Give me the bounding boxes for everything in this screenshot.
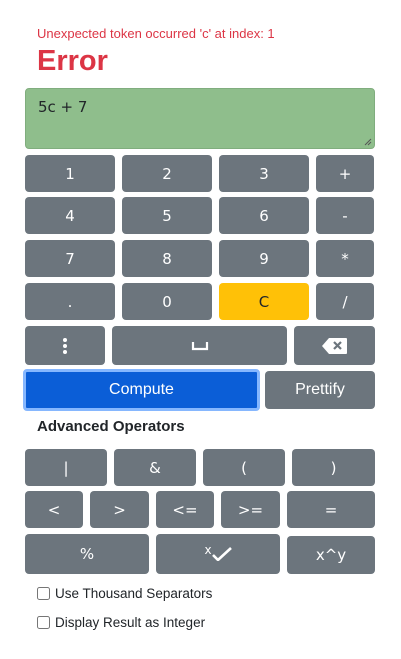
op-root[interactable]: x xyxy=(156,534,280,574)
space-button[interactable] xyxy=(112,326,287,365)
compute-button[interactable]: Compute xyxy=(23,369,260,411)
op-percent[interactable]: % xyxy=(25,534,149,574)
key-9[interactable]: 9 xyxy=(219,240,309,277)
thousand-separators-checkbox[interactable] xyxy=(37,587,50,600)
key-minus[interactable]: - xyxy=(316,197,374,234)
advanced-operators-heading: Advanced Operators xyxy=(37,418,185,435)
prettify-button[interactable]: Prettify xyxy=(265,371,375,409)
op-less-than[interactable]: < xyxy=(25,491,83,528)
op-ampersand[interactable]: & xyxy=(114,449,196,486)
root-index-label: x xyxy=(204,543,212,557)
resize-grip-icon[interactable] xyxy=(364,138,372,146)
op-greater-equal[interactable]: >= xyxy=(221,491,280,528)
op-close-paren[interactable]: ) xyxy=(292,449,375,486)
integer-result-label: Display Result as Integer xyxy=(55,615,206,630)
integer-result-option[interactable]: Display Result as Integer xyxy=(37,615,205,630)
key-5[interactable]: 5 xyxy=(122,197,212,234)
key-8[interactable]: 8 xyxy=(122,240,212,277)
thousand-separators-label: Use Thousand Separators xyxy=(55,586,213,601)
expression-input[interactable]: 5c + 7 xyxy=(25,88,375,149)
more-vertical-icon xyxy=(63,337,67,354)
key-7[interactable]: 7 xyxy=(25,240,115,277)
key-divide[interactable]: / xyxy=(316,283,374,320)
key-decimal[interactable]: . xyxy=(25,283,115,320)
key-4[interactable]: 4 xyxy=(25,197,115,234)
backspace-icon xyxy=(321,337,347,354)
more-options-button[interactable] xyxy=(25,326,105,365)
op-greater-than[interactable]: > xyxy=(90,491,149,528)
key-plus[interactable]: + xyxy=(316,155,374,192)
error-title: Error xyxy=(37,45,108,77)
op-pipe[interactable]: | xyxy=(25,449,107,486)
key-multiply[interactable]: * xyxy=(316,240,374,277)
key-6[interactable]: 6 xyxy=(219,197,309,234)
op-less-equal[interactable]: <= xyxy=(156,491,214,528)
op-power[interactable]: x^y xyxy=(287,536,375,574)
integer-result-checkbox[interactable] xyxy=(37,616,50,629)
root-check-icon xyxy=(211,547,232,561)
clear-button[interactable]: C xyxy=(219,283,309,320)
backspace-button[interactable] xyxy=(294,326,375,365)
thousand-separators-option[interactable]: Use Thousand Separators xyxy=(37,586,212,601)
expression-text: 5c + 7 xyxy=(38,98,88,116)
op-equals[interactable]: = xyxy=(287,491,375,528)
key-1[interactable]: 1 xyxy=(25,155,115,192)
key-3[interactable]: 3 xyxy=(219,155,309,192)
key-0[interactable]: 0 xyxy=(122,283,212,320)
op-open-paren[interactable]: ( xyxy=(203,449,285,486)
error-message: Unexpected token occurred 'c' at index: … xyxy=(37,26,275,41)
space-bar-icon xyxy=(191,341,208,350)
key-2[interactable]: 2 xyxy=(122,155,212,192)
